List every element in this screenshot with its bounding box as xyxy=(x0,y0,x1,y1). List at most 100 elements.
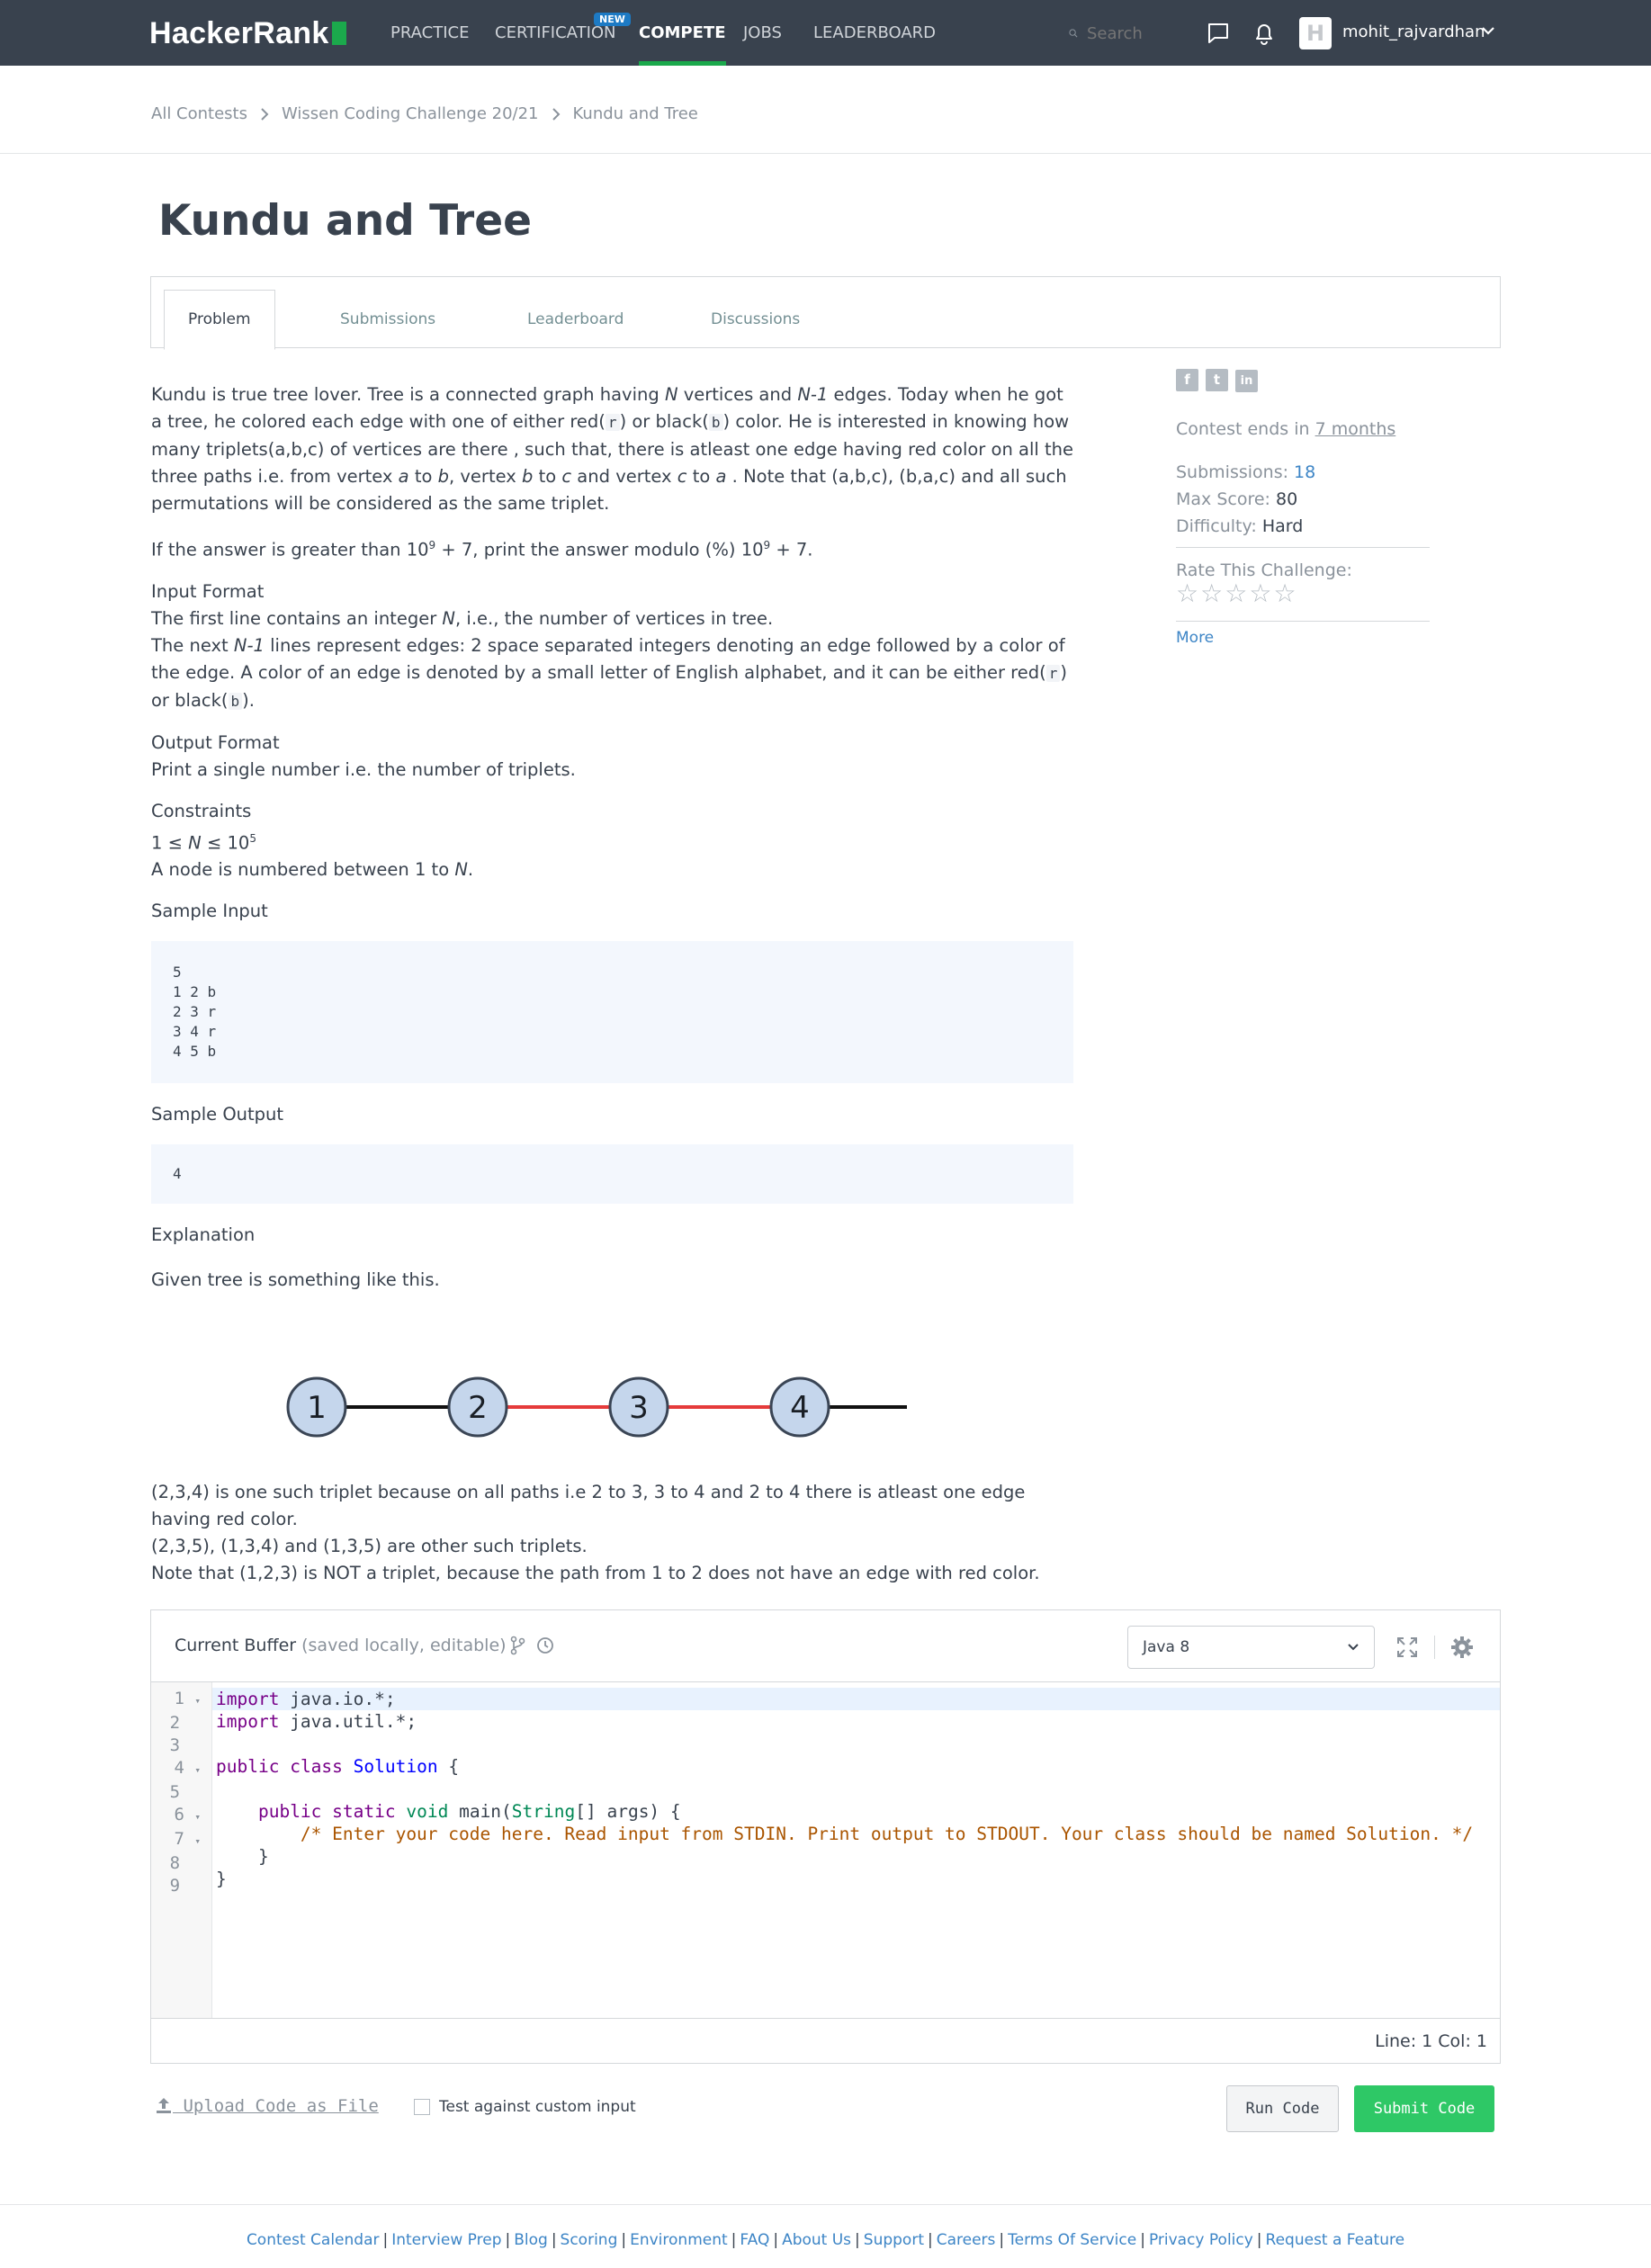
linkedin-share-icon[interactable]: in xyxy=(1235,370,1258,392)
language-select-value: Java 8 xyxy=(1143,1638,1190,1656)
avatar[interactable]: H xyxy=(1299,17,1332,49)
constraints-heading: Constraints xyxy=(151,800,252,821)
tree-node: 3 xyxy=(608,1376,669,1438)
constraints-text: 1 ≤ N ≤ 105 A node is numbered between 1 … xyxy=(151,831,474,881)
input-format-text: The first line contains an integer N, i.… xyxy=(151,607,1068,711)
nav-certification[interactable]: CERTIFICATION xyxy=(495,0,616,66)
contest-ends-value: 7 months xyxy=(1315,419,1396,439)
star-icon[interactable]: ☆ xyxy=(1273,578,1297,608)
chevron-down-icon xyxy=(1348,1644,1359,1651)
breadcrumb-all-contests[interactable]: All Contests xyxy=(151,104,247,123)
tree-node-label: 3 xyxy=(629,1390,649,1426)
footer-link[interactable]: Environment xyxy=(630,2231,728,2249)
tab-discussions[interactable]: Discussions xyxy=(687,290,823,349)
editor-header: Current Buffer (saved locally, editable)… xyxy=(151,1610,1500,1682)
upload-icon xyxy=(157,2098,171,2113)
difficulty-label: Difficulty: xyxy=(1176,516,1257,536)
footer-link[interactable]: Careers xyxy=(937,2231,996,2249)
footer-link[interactable]: About Us xyxy=(782,2231,851,2249)
star-rating[interactable]: ☆☆☆☆☆ xyxy=(1176,580,1430,610)
problem-statement: Kundu is true tree lover. Tree is a conn… xyxy=(151,381,1073,1601)
divider xyxy=(1176,547,1430,548)
submit-code-button[interactable]: Submit Code xyxy=(1354,2085,1494,2132)
facebook-share-icon[interactable]: f xyxy=(1176,369,1198,391)
star-icon[interactable]: ☆ xyxy=(1176,578,1200,608)
footer-link[interactable]: Contest Calendar xyxy=(247,2231,380,2249)
fullscreen-icon[interactable] xyxy=(1395,1636,1419,1659)
tab-leaderboard[interactable]: Leaderboard xyxy=(504,290,647,349)
nav-leaderboard[interactable]: LEADERBOARD xyxy=(813,0,936,66)
custom-input-label[interactable]: Test against custom input xyxy=(439,2098,636,2116)
footer-link[interactable]: Privacy Policy xyxy=(1149,2231,1253,2249)
buffer-title: Current Buffer (saved locally, editable) xyxy=(175,1636,507,1655)
challenge-sidebar: f t in Contest ends in 7 months Submission… xyxy=(1176,369,1430,647)
tree-node: 2 xyxy=(447,1376,508,1438)
footer-link[interactable]: Request a Feature xyxy=(1266,2231,1405,2249)
chevron-down-icon[interactable] xyxy=(1481,25,1495,36)
username[interactable]: mohit_rajvardhan xyxy=(1342,22,1485,41)
nav-practice[interactable]: PRACTICE xyxy=(390,0,469,66)
run-code-button[interactable]: Run Code xyxy=(1226,2085,1339,2132)
star-icon[interactable]: ☆ xyxy=(1249,578,1273,608)
tab-bar: Problem Submissions Leaderboard Discussi… xyxy=(150,276,1501,350)
star-icon[interactable]: ☆ xyxy=(1200,578,1225,608)
twitter-share-icon[interactable]: t xyxy=(1206,369,1228,391)
breadcrumb-contest[interactable]: Wissen Coding Challenge 20/21 xyxy=(282,104,539,123)
star-icon[interactable]: ☆ xyxy=(1225,578,1249,608)
footer-link[interactable]: Interview Prep xyxy=(391,2231,501,2249)
explanation-heading: Explanation xyxy=(151,1224,256,1245)
footer-link[interactable]: Terms Of Service xyxy=(1008,2231,1136,2249)
sample-input-block: 5 1 2 b 2 3 r 3 4 r 4 5 b xyxy=(151,941,1073,1083)
chevron-right-icon xyxy=(261,107,269,121)
divider xyxy=(0,2204,1651,2205)
code-text[interactable]: import java.io.*; import java.util.*; pub… xyxy=(212,1682,1500,2018)
search-input[interactable] xyxy=(1087,23,1177,43)
breadcrumb: All Contests Wissen Coding Challenge 20/… xyxy=(151,104,698,123)
upload-code-label[interactable]: Upload Code as File xyxy=(183,2096,378,2116)
footer-link[interactable]: Blog xyxy=(514,2231,548,2249)
git-branch-icon[interactable] xyxy=(509,1636,525,1655)
submissions-count-link[interactable]: 18 xyxy=(1294,462,1315,482)
more-link[interactable]: More xyxy=(1176,629,1430,647)
footer-link[interactable]: Support xyxy=(864,2231,924,2249)
contest-ends-label: Contest ends in xyxy=(1176,419,1310,439)
code-area[interactable]: 1 ▾ 2 3 4 ▾ 5 6 ▾ 7 ▾ 8 9 import java.io.*; i… xyxy=(151,1682,1500,2018)
max-score-value: 80 xyxy=(1275,489,1298,509)
buffer-subtitle: (saved locally, editable) xyxy=(301,1636,507,1655)
footer-link[interactable]: Scoring xyxy=(561,2231,618,2249)
rate-challenge-label: Rate This Challenge: xyxy=(1176,560,1352,580)
difficulty-value: Hard xyxy=(1261,516,1304,536)
language-select[interactable]: Java 8 xyxy=(1127,1626,1375,1669)
explanation-line-1: (2,3,4) is one such triplet because on a… xyxy=(151,1482,1026,1529)
tree-node-label: 2 xyxy=(468,1390,488,1426)
notifications-bell-icon[interactable] xyxy=(1253,22,1275,45)
explanation-line-2: (2,3,5), (1,3,4) and (1,3,5) are other s… xyxy=(151,1536,588,1556)
tree-diagram: 12345 xyxy=(286,1376,907,1438)
breadcrumb-current[interactable]: Kundu and Tree xyxy=(573,104,698,123)
tab-submissions[interactable]: Submissions xyxy=(317,290,459,349)
custom-input-toggle[interactable]: Test against custom input xyxy=(414,2098,636,2116)
line-number-gutter: 1 ▾ 2 3 4 ▾ 5 6 ▾ 7 ▾ 8 9 xyxy=(151,1682,212,2018)
nav-compete[interactable]: COMPETE xyxy=(639,0,726,66)
search-icon xyxy=(1069,29,1078,38)
footer-link[interactable]: FAQ xyxy=(740,2231,769,2249)
code-editor: Current Buffer (saved locally, editable)… xyxy=(150,1609,1501,2064)
editor-status: Line: 1 Col: 1 xyxy=(151,2018,1500,2063)
hackerrank-logo[interactable]: HackerRank xyxy=(149,16,346,51)
settings-gear-icon[interactable] xyxy=(1450,1636,1474,1659)
tab-problem[interactable]: Problem xyxy=(164,290,275,350)
modulo-note: If the answer is greater than 109 + 7, p… xyxy=(151,539,813,560)
sample-output-block: 4 xyxy=(151,1144,1073,1204)
search-box[interactable] xyxy=(1069,18,1177,49)
footer-links: Contest Calendar | Interview Prep | Blog | Sco… xyxy=(246,2231,1405,2249)
top-navbar: HackerRank PRACTICE CERTIFICATION NEW CO… xyxy=(0,0,1651,66)
explanation-line-3: Note that (1,2,3) is NOT a triplet, beca… xyxy=(151,1563,1040,1583)
sample-output-heading: Sample Output xyxy=(151,1104,284,1125)
messages-icon[interactable] xyxy=(1207,22,1230,45)
custom-input-checkbox[interactable] xyxy=(414,2099,430,2115)
submissions-label: Submissions: xyxy=(1176,462,1288,482)
history-icon[interactable] xyxy=(534,1636,554,1655)
nav-jobs[interactable]: JOBS xyxy=(743,0,782,66)
upload-code-link[interactable]: Upload Code as File xyxy=(155,2096,379,2116)
page-title: Kundu and Tree xyxy=(158,196,532,246)
